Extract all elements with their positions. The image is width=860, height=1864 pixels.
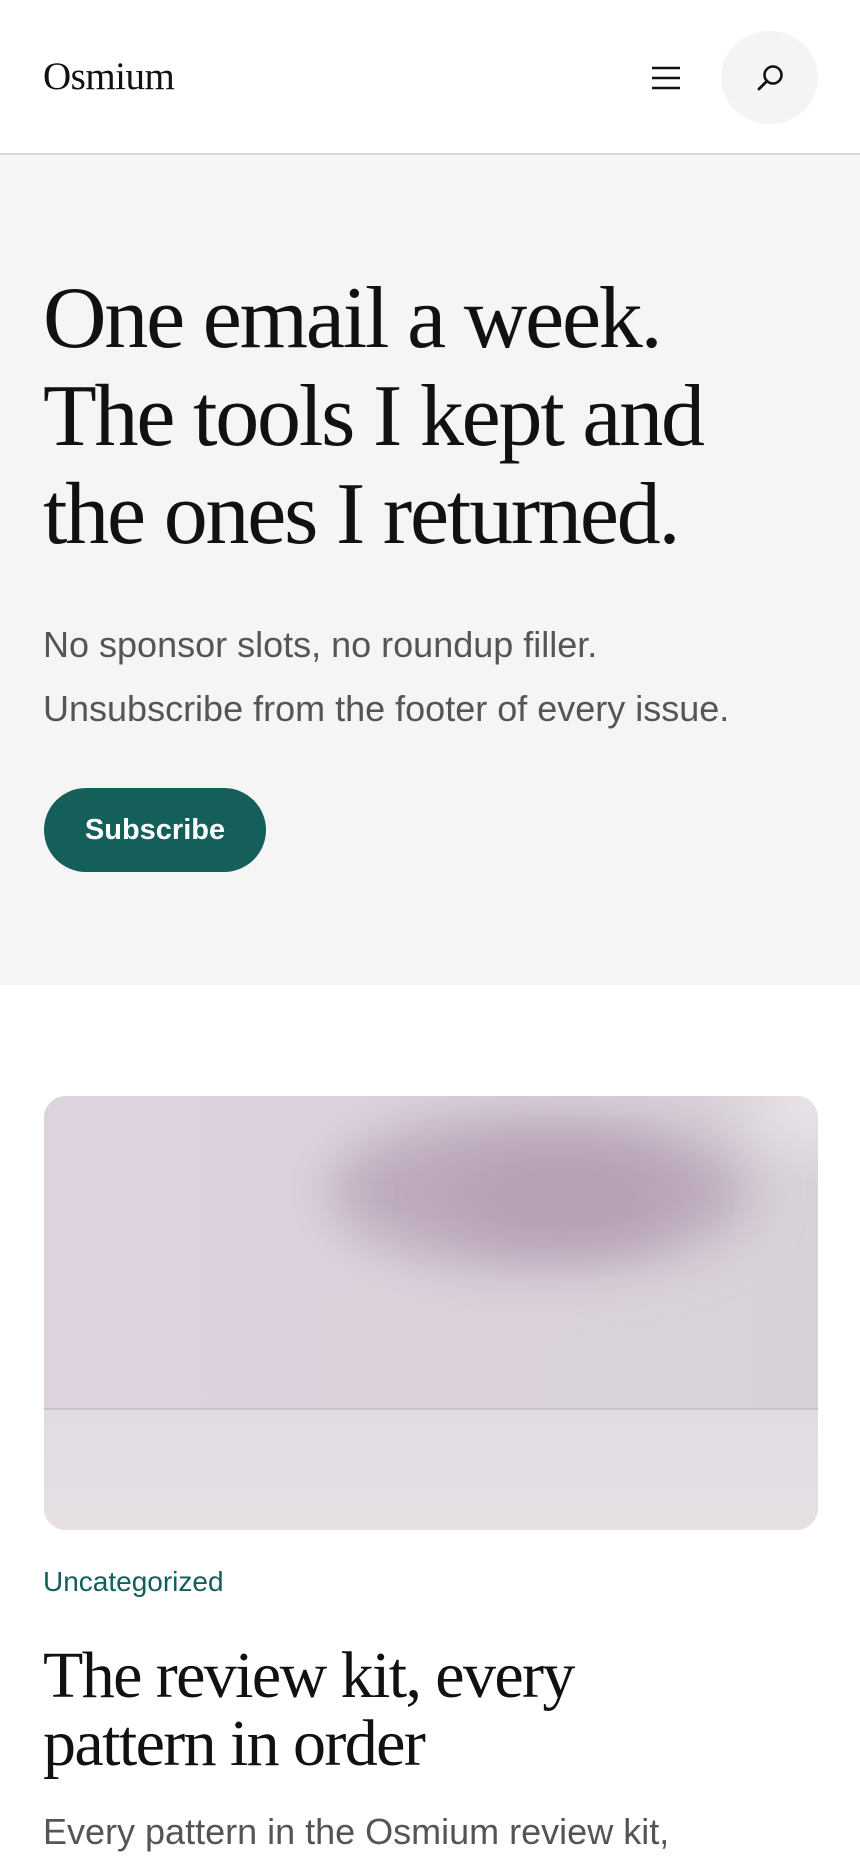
post-category-link[interactable]: Uncategorized — [43, 1564, 224, 1600]
post-title[interactable]: The review kit, every pattern in order — [43, 1642, 823, 1778]
hero-description-line: Unsubscribe from the footer of every iss… — [43, 688, 730, 729]
hero-section: One email a week. The tools I kept and t… — [0, 155, 860, 985]
post-title-line: The review kit, every — [43, 1639, 575, 1712]
site-header: Osmium — [0, 0, 860, 155]
search-icon — [757, 64, 783, 90]
hero-title: One email a week. The tools I kept and t… — [43, 270, 843, 564]
post-excerpt: Every pattern in the Osmium review kit, — [43, 1811, 670, 1852]
subscribe-button[interactable]: Subscribe — [44, 788, 266, 872]
hero-description-line: No sponsor slots, no roundup filler. — [43, 624, 598, 665]
search-button[interactable] — [721, 31, 818, 124]
hero-title-line: the ones I returned. — [43, 466, 680, 563]
post-title-line: pattern in order — [43, 1707, 426, 1780]
post-featured-image[interactable] — [44, 1096, 818, 1530]
post-card: Uncategorized The review kit, every patt… — [0, 985, 860, 1864]
hero-description: No sponsor slots, no roundup filler. Uns… — [43, 613, 843, 741]
post-image-artwork — [44, 1096, 818, 1530]
menu-button[interactable] — [640, 52, 692, 104]
hero-title-line: One email a week. — [43, 270, 663, 367]
hero-title-line: The tools I kept and — [43, 368, 705, 465]
site-logo[interactable]: Osmium — [43, 52, 175, 102]
hamburger-menu-icon — [652, 66, 680, 90]
